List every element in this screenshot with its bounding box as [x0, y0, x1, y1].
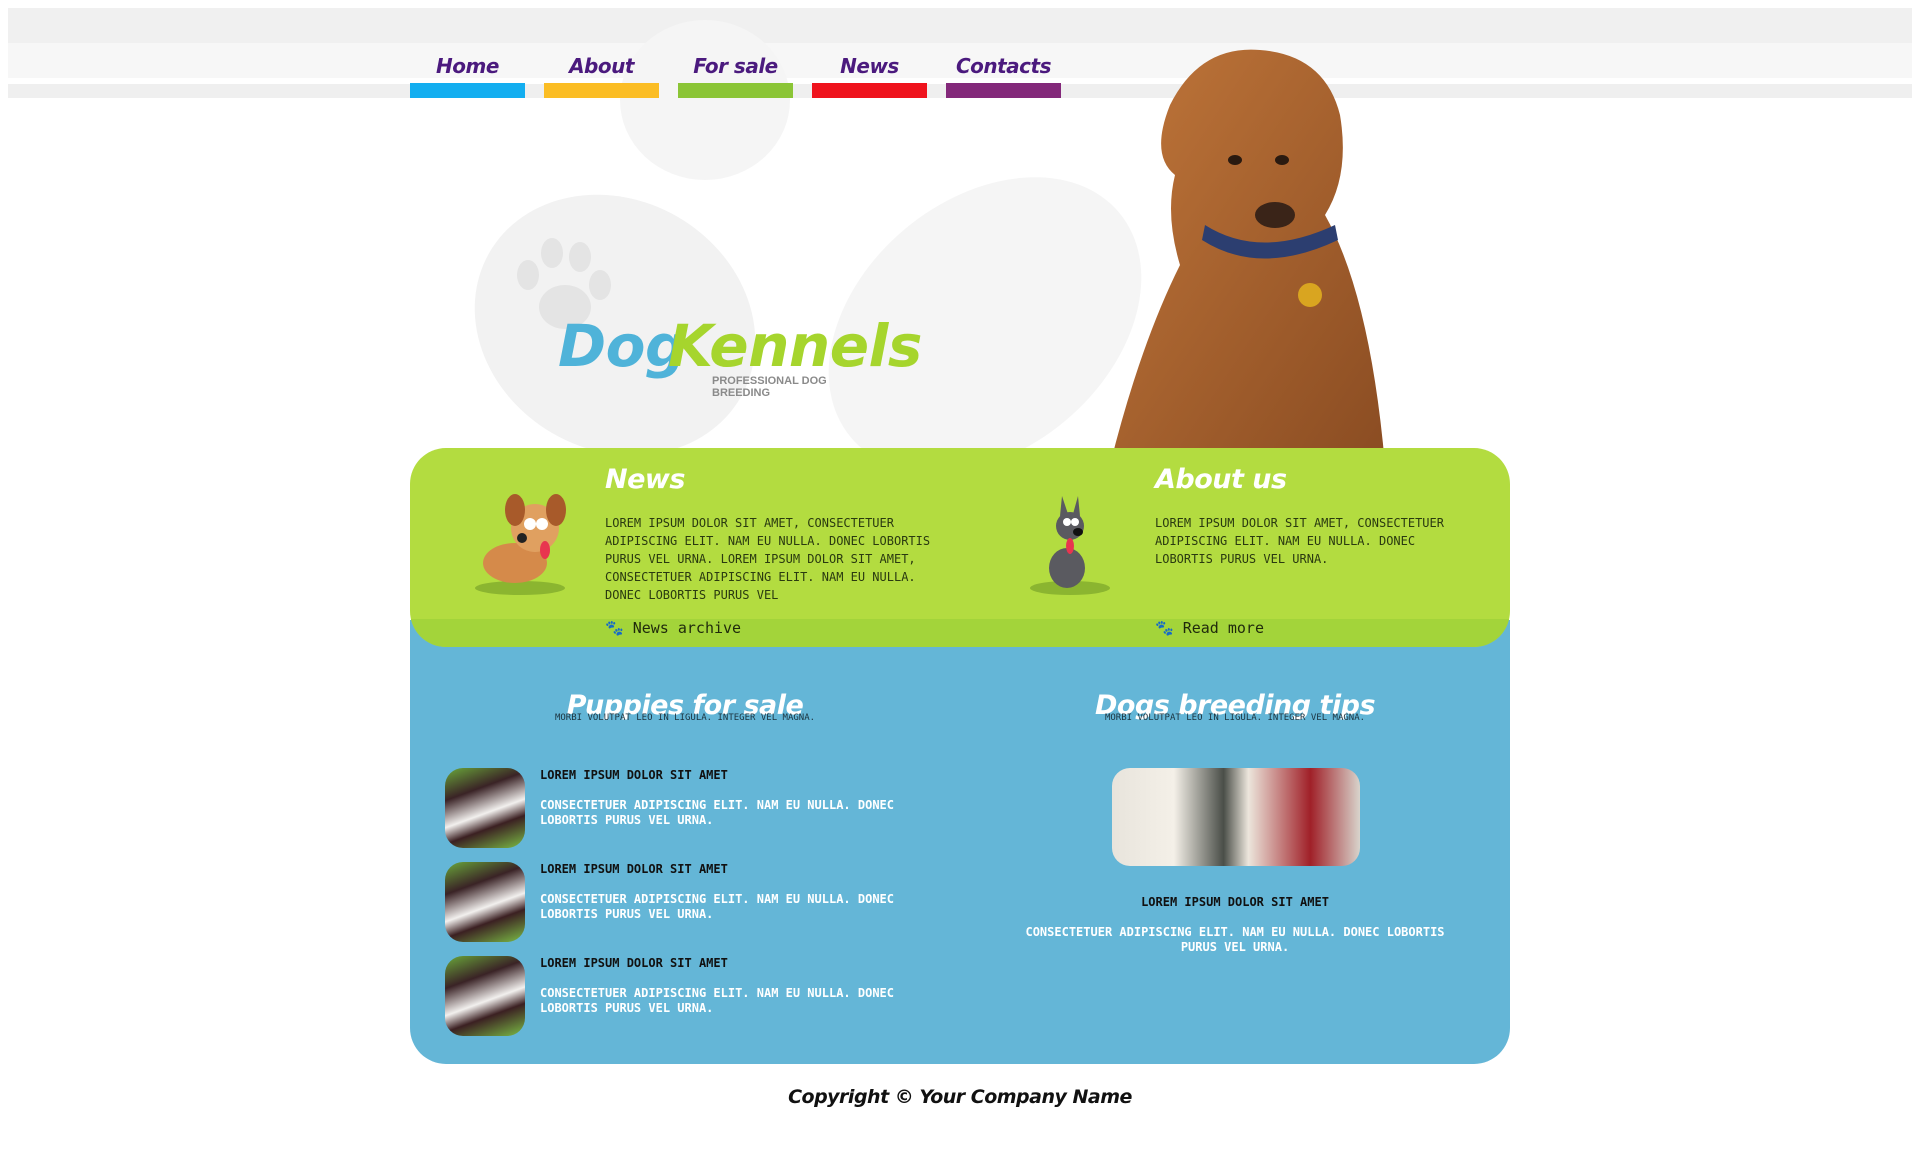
dog-photo	[1110, 45, 1400, 465]
about-heading: About us	[1155, 464, 1287, 495]
cartoon-dog-brown-icon	[460, 488, 580, 598]
paw-icon: 🐾	[1155, 619, 1174, 637]
puppy-text: CONSECTETUER ADIPISCING ELIT. NAM EU NUL…	[540, 892, 895, 921]
logo-tagline: PROFESSIONAL DOG BREEDING	[712, 375, 827, 399]
puppy-thumbnail[interactable]	[445, 768, 525, 848]
copyright: Copyright © Your Company Name	[788, 1086, 1132, 1108]
tips-item-text: CONSECTETUER ADIPISCING ELIT. NAM EU NUL…	[1025, 925, 1445, 954]
logo-kennels: Kennels	[668, 312, 922, 380]
content-panel-inner: Puppies for sale MORBI VOLUTPAT LEO IN L…	[410, 648, 1510, 1064]
logo-dog: Dog	[558, 312, 687, 380]
puppy-list-item[interactable]: LOREM IPSUM DOLOR SIT AMET CONSECTETUER …	[445, 862, 925, 942]
news-heading: News	[605, 464, 685, 495]
nav-label: News	[840, 54, 899, 78]
nav-label: Home	[436, 54, 499, 78]
about-text: Lorem ipsum dolor sit amet, consectetuer…	[1155, 516, 1444, 566]
nav-about[interactable]: About	[544, 52, 659, 98]
nav-color-bar	[678, 83, 793, 98]
family-with-dog-photo[interactable]	[1112, 768, 1360, 866]
nav-for-sale[interactable]: For sale	[678, 52, 793, 98]
puppy-text: CONSECTETUER ADIPISCING ELIT. NAM EU NUL…	[540, 986, 895, 1015]
puppy-title: LOREM IPSUM DOLOR SIT AMET	[540, 768, 728, 782]
background-paw-blob	[620, 20, 790, 180]
puppy-title: LOREM IPSUM DOLOR SIT AMET	[540, 862, 728, 876]
puppies-subtitle: MORBI VOLUTPAT LEO IN LIGULA. INTEGER VE…	[554, 713, 816, 723]
puppy-title: LOREM IPSUM DOLOR SIT AMET	[540, 956, 728, 970]
nav-label: About	[569, 54, 634, 78]
puppy-thumbnail[interactable]	[445, 862, 525, 942]
news-archive-link[interactable]: 🐾 News archive	[605, 619, 741, 637]
logo[interactable]: Dog Kennels PROFESSIONAL DOG BREEDING	[558, 312, 922, 402]
read-more-label: Read more	[1182, 619, 1264, 637]
paw-icon: 🐾	[605, 619, 624, 637]
nav-label: For sale	[693, 54, 778, 78]
puppy-list-item[interactable]: LOREM IPSUM DOLOR SIT AMET CONSECTETUER …	[445, 768, 925, 848]
nav-home[interactable]: Home	[410, 52, 525, 98]
tips-subtitle: MORBI VOLUTPAT LEO IN LIGULA. INTEGER VE…	[1104, 713, 1366, 723]
read-more-link[interactable]: 🐾 Read more	[1155, 619, 1264, 637]
news-archive-label: News archive	[632, 619, 742, 637]
nav-color-bar	[946, 83, 1061, 98]
header-band	[8, 8, 1912, 43]
nav-color-bar	[812, 83, 927, 98]
panel-footer-strip	[410, 619, 1510, 647]
nav-color-bar	[410, 83, 525, 98]
nav-color-bar	[544, 83, 659, 98]
news-text: Lorem ipsum dolor sit amet, consectetuer…	[605, 516, 931, 602]
nav-label: Contacts	[955, 54, 1052, 78]
news-about-panel: News Lorem ipsum dolor sit amet, consect…	[410, 448, 1510, 647]
nav-contacts[interactable]: Contacts	[946, 52, 1061, 98]
puppy-text: CONSECTETUER ADIPISCING ELIT. NAM EU NUL…	[540, 798, 895, 827]
nav-news[interactable]: News	[812, 52, 927, 98]
puppy-thumbnail[interactable]	[445, 956, 525, 1036]
tips-item-title: LOREM IPSUM DOLOR SIT AMET	[1141, 895, 1329, 909]
puppy-list-item[interactable]: LOREM IPSUM DOLOR SIT AMET CONSECTETUER …	[445, 956, 925, 1036]
cartoon-dog-grey-icon	[1015, 488, 1125, 598]
